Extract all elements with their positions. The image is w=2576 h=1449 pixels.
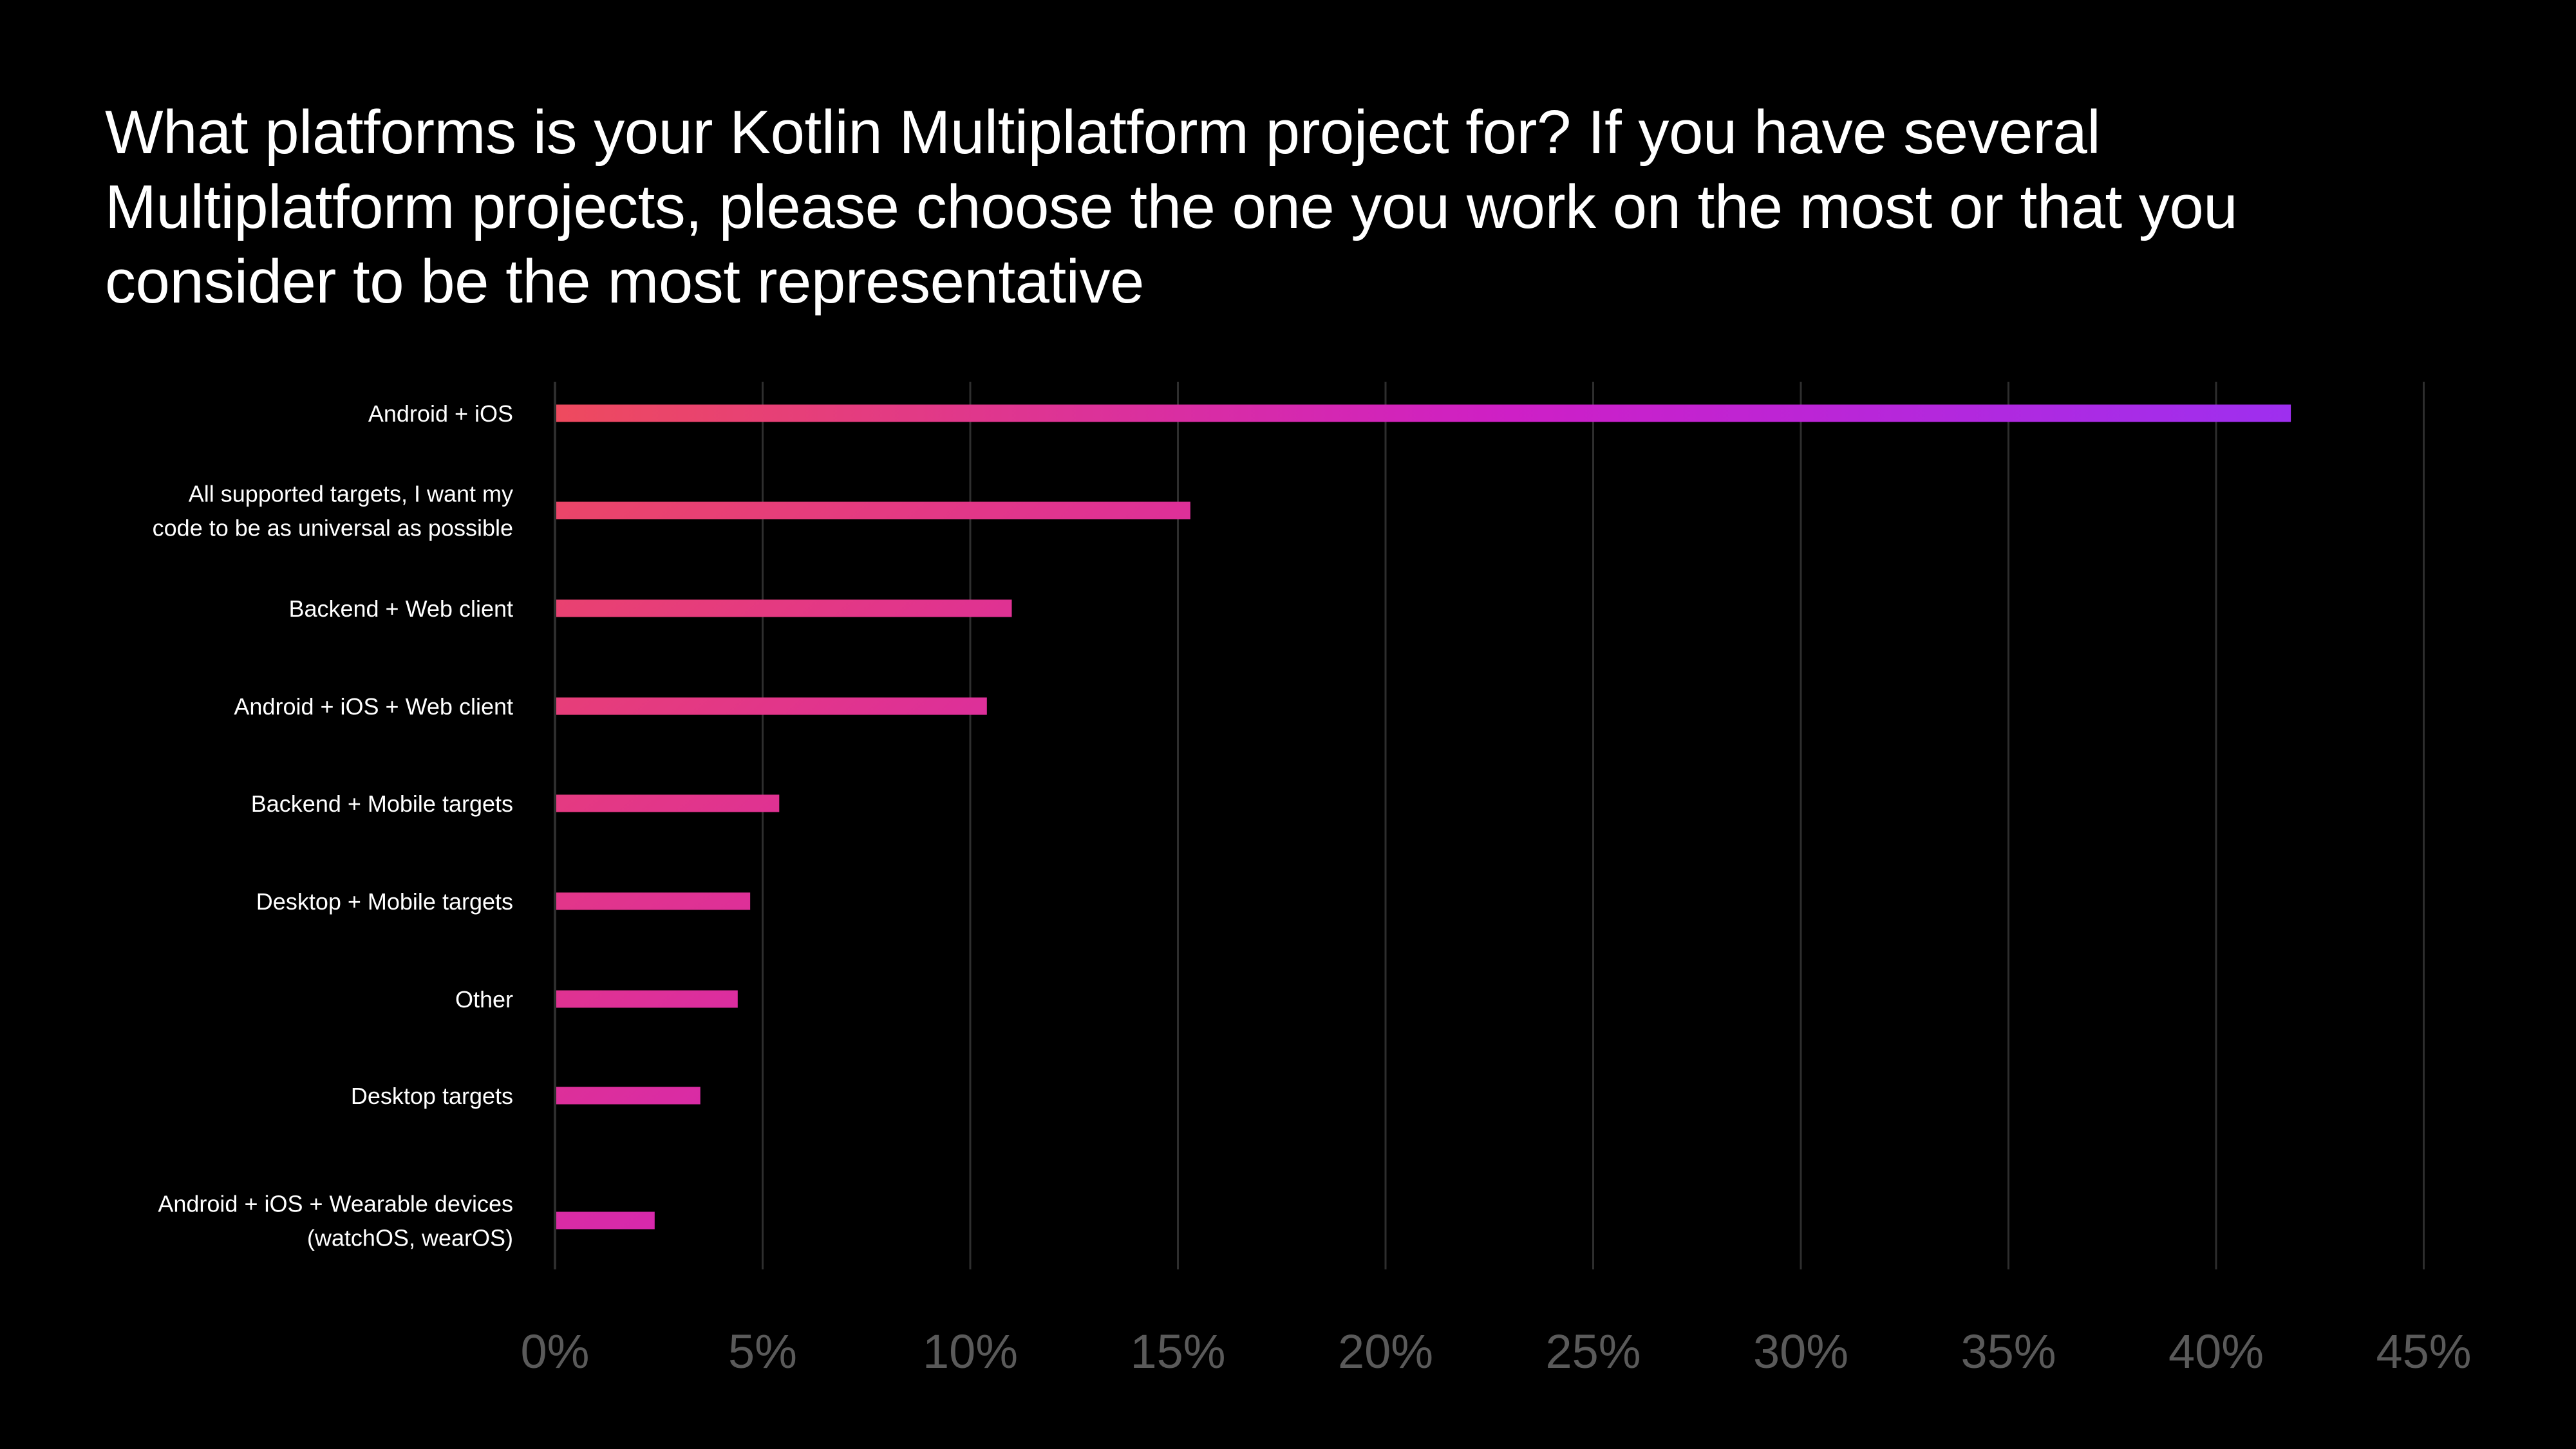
x-tick-label: 45%: [2376, 1325, 2471, 1378]
x-tick-label: 35%: [1960, 1325, 2056, 1378]
category-label-line: Desktop targets: [351, 1083, 513, 1109]
category-label-line: code to be as universal as possible: [153, 515, 513, 541]
category-label: Backend + Web client: [288, 595, 513, 622]
category-label-line: Android + iOS + Web client: [234, 693, 513, 720]
category-label-line: Backend + Mobile targets: [251, 790, 513, 817]
category-label: Other: [455, 986, 513, 1013]
category-labels: Android + iOS All supported targets, I wa…: [153, 400, 513, 1251]
category-label: Desktop targets: [351, 1083, 513, 1109]
bar: [556, 892, 751, 910]
bars: [556, 404, 2291, 1229]
category-label: Android + iOS + Wearable devices (watchOS…: [158, 1191, 513, 1251]
category-label-line: All supported targets, I want my: [189, 481, 513, 507]
category-label: All supported targets, I want my code to …: [153, 481, 513, 541]
x-tick-labels: 0% 5% 10% 15% 20% 25% 30% 35% 40% 45%: [521, 1325, 2472, 1378]
category-label-line: Backend + Web client: [288, 595, 513, 622]
x-tick-label: 0%: [521, 1325, 590, 1378]
x-tick-label: 15%: [1130, 1325, 1225, 1378]
category-label-line: Android + iOS: [368, 400, 513, 427]
bar: [556, 1211, 655, 1229]
x-tick-label: 20%: [1338, 1325, 1433, 1378]
bar-chart: Android + iOS All supported targets, I wa…: [153, 382, 2472, 1378]
bar: [556, 1087, 700, 1105]
category-label-line: (watchOS, wearOS): [307, 1225, 513, 1251]
category-label-line: Android + iOS + Wearable devices: [158, 1191, 513, 1217]
bar: [556, 404, 2291, 422]
bar: [556, 697, 987, 715]
bar: [556, 794, 780, 812]
bar: [556, 501, 1190, 519]
bar: [556, 990, 738, 1008]
x-tick-label: 25%: [1545, 1325, 1641, 1378]
x-tick-label: 40%: [2168, 1325, 2264, 1378]
category-label: Android + iOS + Web client: [234, 693, 513, 720]
category-label-line: Desktop + Mobile targets: [256, 888, 513, 915]
category-label: Android + iOS: [368, 400, 513, 427]
category-label: Desktop + Mobile targets: [256, 888, 513, 915]
x-tick-label: 30%: [1753, 1325, 1848, 1378]
x-tick-label: 5%: [728, 1325, 797, 1378]
category-label: Backend + Mobile targets: [251, 790, 513, 817]
category-label-line: Other: [455, 986, 513, 1013]
x-tick-label: 10%: [923, 1325, 1018, 1378]
bar: [556, 599, 1012, 617]
